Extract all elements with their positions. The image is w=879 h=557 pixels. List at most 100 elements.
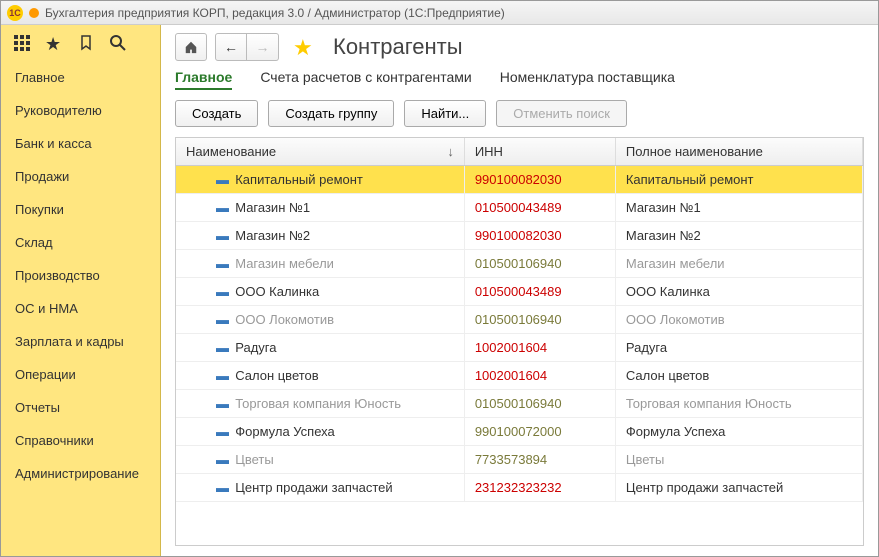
cell-full: Капитальный ремонт: [615, 166, 862, 194]
item-icon: ▬: [216, 200, 228, 215]
item-icon: ▬: [216, 172, 228, 187]
table-row[interactable]: ▬ Салон цветов1002001604Салон цветов: [176, 362, 863, 390]
cell-name: ▬ Капитальный ремонт: [176, 166, 464, 194]
cell-name: ▬ Цветы: [176, 446, 464, 474]
sidebar-item-12[interactable]: Администрирование: [1, 457, 160, 490]
item-icon: ▬: [216, 256, 228, 271]
table-row[interactable]: ▬ ООО Локомотив010500106940ООО Локомотив: [176, 306, 863, 334]
cell-full: Формула Успеха: [615, 418, 862, 446]
cell-inn: 010500106940: [464, 250, 615, 278]
cell-full: Салон цветов: [615, 362, 862, 390]
cell-inn: 1002001604: [464, 362, 615, 390]
cell-inn: 010500043489: [464, 194, 615, 222]
indicator-icon: [29, 8, 39, 18]
sidebar-item-9[interactable]: Операции: [1, 358, 160, 391]
item-icon: ▬: [216, 452, 228, 467]
cell-name: ▬ Центр продажи запчастей: [176, 474, 464, 502]
table-row[interactable]: ▬ Цветы7733573894Цветы: [176, 446, 863, 474]
action-bar: Создать Создать группу Найти... Отменить…: [161, 100, 878, 137]
body: ★ ГлавноеРуководителюБанк и кассаПродажи…: [1, 25, 878, 556]
star-icon[interactable]: ★: [45, 34, 63, 52]
main: ← → ★ Контрагенты Главное Счета расчетов …: [161, 25, 878, 556]
item-icon: ▬: [216, 340, 228, 355]
sidebar-item-0[interactable]: Главное: [1, 61, 160, 94]
cell-inn: 7733573894: [464, 446, 615, 474]
table-row[interactable]: ▬ Радуга1002001604Радуга: [176, 334, 863, 362]
search-icon[interactable]: [109, 34, 127, 52]
item-icon: ▬: [216, 312, 228, 327]
cell-full: Магазин №2: [615, 222, 862, 250]
cell-inn: 1002001604: [464, 334, 615, 362]
tabs: Главное Счета расчетов с контрагентами Ном…: [161, 69, 878, 100]
table-row[interactable]: ▬ Капитальный ремонт990100082030Капиталь…: [176, 166, 863, 194]
cell-name: ▬ Магазин мебели: [176, 250, 464, 278]
cell-full: Центр продажи запчастей: [615, 474, 862, 502]
sidebar-item-1[interactable]: Руководителю: [1, 94, 160, 127]
sidebar-item-2[interactable]: Банк и касса: [1, 127, 160, 160]
table-row[interactable]: ▬ Торговая компания Юность010500106940То…: [176, 390, 863, 418]
table-row[interactable]: ▬ Магазин №2990100082030Магазин №2: [176, 222, 863, 250]
cell-inn: 990100082030: [464, 166, 615, 194]
page-title: Контрагенты: [333, 34, 463, 60]
apps-icon[interactable]: [13, 34, 31, 52]
cell-inn: 990100072000: [464, 418, 615, 446]
sidebar-item-8[interactable]: Зарплата и кадры: [1, 325, 160, 358]
sidebar-items: ГлавноеРуководителюБанк и кассаПродажиПо…: [1, 61, 160, 490]
table-row[interactable]: ▬ Формула Успеха990100072000Формула Успе…: [176, 418, 863, 446]
cell-full: Магазин мебели: [615, 250, 862, 278]
sidebar-item-4[interactable]: Покупки: [1, 193, 160, 226]
sidebar-item-3[interactable]: Продажи: [1, 160, 160, 193]
history-icon[interactable]: [77, 34, 95, 52]
item-icon: ▬: [216, 480, 228, 495]
titlebar-text: Бухгалтерия предприятия КОРП, редакция 3…: [45, 6, 505, 20]
col-full[interactable]: Полное наименование: [615, 138, 862, 166]
cell-inn: 990100082030: [464, 222, 615, 250]
cell-full: ООО Локомотив: [615, 306, 862, 334]
sort-indicator-icon: ↓: [447, 144, 454, 159]
sidebar: ★ ГлавноеРуководителюБанк и кассаПродажи…: [1, 25, 161, 556]
nav-arrows: ← →: [215, 33, 279, 61]
sidebar-item-5[interactable]: Склад: [1, 226, 160, 259]
titlebar: 1C Бухгалтерия предприятия КОРП, редакци…: [1, 1, 878, 25]
back-button[interactable]: ←: [215, 33, 247, 61]
cell-name: ▬ Магазин №1: [176, 194, 464, 222]
cell-full: Магазин №1: [615, 194, 862, 222]
create-button[interactable]: Создать: [175, 100, 258, 127]
item-icon: ▬: [216, 284, 228, 299]
sidebar-top: ★: [1, 25, 160, 61]
col-inn[interactable]: ИНН: [464, 138, 615, 166]
cell-name: ▬ Салон цветов: [176, 362, 464, 390]
sidebar-item-11[interactable]: Справочники: [1, 424, 160, 457]
table-row[interactable]: ▬ Центр продажи запчастей231232323232Цен…: [176, 474, 863, 502]
cell-name: ▬ Торговая компания Юность: [176, 390, 464, 418]
sidebar-item-6[interactable]: Производство: [1, 259, 160, 292]
favorite-icon[interactable]: ★: [293, 35, 317, 59]
tab-2[interactable]: Номенклатура поставщика: [500, 69, 675, 90]
sidebar-item-10[interactable]: Отчеты: [1, 391, 160, 424]
forward-button[interactable]: →: [247, 33, 279, 61]
item-icon: ▬: [216, 396, 228, 411]
cell-inn: 010500106940: [464, 306, 615, 334]
table-row[interactable]: ▬ Магазин мебели010500106940Магазин мебе…: [176, 250, 863, 278]
table-row[interactable]: ▬ Магазин №1010500043489Магазин №1: [176, 194, 863, 222]
tab-1[interactable]: Счета расчетов с контрагентами: [260, 69, 471, 90]
home-button[interactable]: [175, 33, 207, 61]
find-button[interactable]: Найти...: [404, 100, 486, 127]
toolbar-nav: ← → ★ Контрагенты: [161, 25, 878, 69]
app-window: 1C Бухгалтерия предприятия КОРП, редакци…: [0, 0, 879, 557]
col-name[interactable]: Наименование↓: [176, 138, 464, 166]
table-row[interactable]: ▬ ООО Калинка010500043489ООО Калинка: [176, 278, 863, 306]
sidebar-item-7[interactable]: ОС и НМА: [1, 292, 160, 325]
item-icon: ▬: [216, 228, 228, 243]
cell-full: Торговая компания Юность: [615, 390, 862, 418]
create-group-button[interactable]: Создать группу: [268, 100, 394, 127]
cell-inn: 010500043489: [464, 278, 615, 306]
cell-name: ▬ ООО Локомотив: [176, 306, 464, 334]
cell-inn: 010500106940: [464, 390, 615, 418]
tab-0[interactable]: Главное: [175, 69, 232, 90]
cancel-search-button: Отменить поиск: [496, 100, 627, 127]
item-icon: ▬: [216, 424, 228, 439]
cell-name: ▬ Радуга: [176, 334, 464, 362]
item-icon: ▬: [216, 368, 228, 383]
table-wrap[interactable]: Наименование↓ ИНН Полное наименование ▬ …: [175, 137, 864, 546]
